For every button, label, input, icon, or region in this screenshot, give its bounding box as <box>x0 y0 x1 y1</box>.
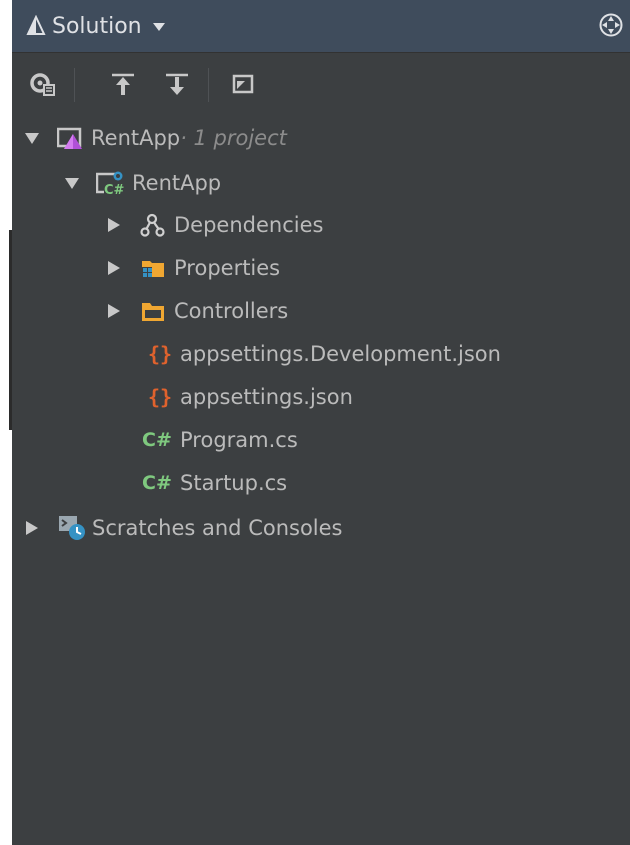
collapsed-arrow-icon[interactable] <box>106 260 122 276</box>
csharp-file-icon: C# <box>142 472 172 494</box>
tree-item-label: Program.cs <box>180 428 298 452</box>
tree-item-label: appsettings.Development.json <box>180 342 501 366</box>
dependencies-icon <box>140 213 166 237</box>
expand-all-icon <box>166 73 188 95</box>
tree-node-dependencies[interactable]: Dependencies <box>12 204 630 246</box>
expanded-arrow-icon[interactable] <box>64 175 80 191</box>
csharp-project-icon: C# <box>95 170 125 198</box>
tree-node-file[interactable]: {} appsettings.json <box>12 376 630 418</box>
tree-item-label: Controllers <box>174 299 289 323</box>
svg-text:C#: C# <box>104 183 124 196</box>
json-icon: {} <box>148 385 173 409</box>
folder-icon <box>140 299 166 323</box>
tree-node-file[interactable]: C# Program.cs <box>12 419 630 461</box>
tree-item-label: Dependencies <box>174 213 324 237</box>
json-icon: {} <box>148 342 173 366</box>
view-title: Solution <box>52 13 142 39</box>
collapsed-arrow-icon[interactable] <box>106 217 122 233</box>
scratches-icon <box>58 514 88 542</box>
toolbar-separator <box>208 68 209 102</box>
crosshair-icon[interactable] <box>598 12 624 38</box>
collapse-all-icon <box>112 73 134 95</box>
solution-icon <box>26 15 46 35</box>
csharp-file-icon: C# <box>142 429 172 451</box>
tree-item-label: appsettings.json <box>180 385 353 409</box>
tree-item-label: Startup.cs <box>180 471 288 495</box>
solution-view-dropdown[interactable]: Solution <box>26 8 166 44</box>
toolbar <box>12 53 630 117</box>
tree-item-label: Properties <box>174 256 281 280</box>
tree-node-file[interactable]: C# Startup.cs <box>12 462 630 504</box>
tree-node-solution[interactable]: RentApp · 1 project <box>12 117 630 159</box>
collapsed-arrow-icon[interactable] <box>106 303 122 319</box>
preview-icon <box>232 74 254 94</box>
tree-node-scratches[interactable]: Scratches and Consoles <box>12 507 630 549</box>
tree-node-controllers[interactable]: Controllers <box>12 290 630 332</box>
project-count: · 1 project <box>180 126 287 150</box>
properties-folder-icon <box>140 256 166 280</box>
solution-node-icon <box>56 126 83 150</box>
solution-label: RentApp <box>91 126 181 150</box>
tree-node-project[interactable]: C# RentApp <box>12 162 630 204</box>
expanded-arrow-icon[interactable] <box>24 130 40 146</box>
show-active-file-icon <box>30 73 55 96</box>
solution-explorer-panel: Solution RentApp · 1 project C# RentApp … <box>12 0 630 845</box>
left-edge <box>0 0 12 845</box>
tree-node-properties[interactable]: Properties <box>12 247 630 289</box>
toolbar-separator <box>74 68 75 102</box>
expand-all-button[interactable] <box>160 67 194 101</box>
panel-header: Solution <box>12 0 630 53</box>
collapse-all-button[interactable] <box>106 67 140 101</box>
chevron-down-icon <box>152 23 165 31</box>
collapsed-arrow-icon[interactable] <box>24 520 40 536</box>
show-active-file-button[interactable] <box>26 67 60 101</box>
tree-node-file[interactable]: {} appsettings.Development.json <box>12 333 630 375</box>
preview-button[interactable] <box>226 67 260 101</box>
project-label: RentApp <box>132 171 222 195</box>
tree-item-label: Scratches and Consoles <box>92 516 343 540</box>
